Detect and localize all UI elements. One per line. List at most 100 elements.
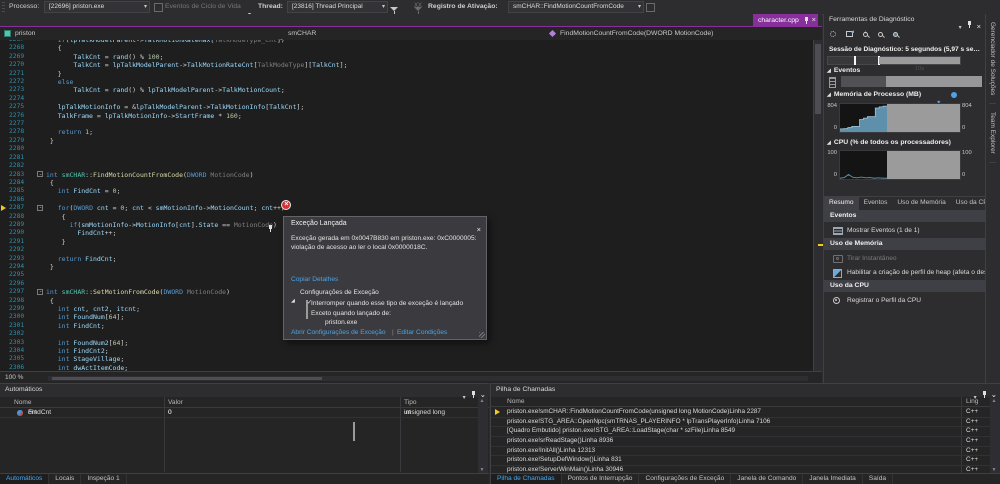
gutter[interactable] bbox=[0, 78, 9, 86]
gutter[interactable] bbox=[0, 154, 9, 162]
code-line[interactable]: 2269 TalkCnt = rand() % 100; bbox=[0, 53, 813, 61]
scroll-up-icon[interactable]: ▲ bbox=[480, 398, 485, 404]
events-section-header[interactable]: Eventos bbox=[827, 67, 860, 74]
timeline-selection[interactable]: 10s bbox=[879, 57, 960, 64]
column-header-name[interactable]: Nome bbox=[507, 398, 525, 405]
gutter[interactable] bbox=[0, 263, 9, 271]
gutter[interactable] bbox=[0, 95, 9, 103]
export-session-icon[interactable] bbox=[846, 31, 853, 37]
gutter[interactable] bbox=[0, 297, 9, 305]
gutter[interactable] bbox=[0, 44, 9, 52]
zoom-in-icon[interactable] bbox=[863, 32, 868, 37]
window-menu-icon[interactable] bbox=[959, 16, 962, 34]
gutter[interactable] bbox=[0, 196, 9, 204]
tab-sa-da[interactable]: Saída bbox=[863, 474, 893, 484]
gutter[interactable] bbox=[0, 145, 9, 153]
code-line[interactable]: 2304 int FindCnt2; bbox=[0, 347, 813, 355]
gutter[interactable] bbox=[0, 53, 9, 61]
gutter[interactable] bbox=[0, 280, 9, 288]
module-checkbox[interactable] bbox=[353, 422, 355, 441]
side-tab-team-explorer[interactable]: Team Explorer bbox=[989, 104, 996, 163]
resize-grip[interactable] bbox=[479, 332, 485, 338]
gutter[interactable] bbox=[0, 229, 9, 237]
zoom-level-dropdown[interactable]: 100 % bbox=[5, 374, 23, 381]
gutter[interactable] bbox=[0, 179, 9, 187]
nav-type-dropdown[interactable]: smCHAR bbox=[273, 27, 545, 40]
thread-dropdown[interactable]: [23816] Thread Principal bbox=[287, 1, 388, 13]
code-line[interactable]: 2279 } bbox=[0, 137, 813, 145]
code-line[interactable]: 2281 bbox=[0, 154, 813, 162]
diag-tab-resumo[interactable]: Resumo bbox=[824, 197, 859, 210]
current-statement-gutter[interactable] bbox=[0, 204, 9, 212]
editor-horizontal-scrollbar[interactable] bbox=[48, 376, 808, 381]
hex-display-button[interactable]: XX bbox=[414, 3, 422, 9]
code-line[interactable]: 2284 { bbox=[0, 179, 813, 187]
code-line[interactable]: 2283int smCHAR::FindMotionCountFromCode(… bbox=[0, 171, 813, 179]
call-stack-scrollbar[interactable]: ▲ ▼ bbox=[990, 397, 1000, 474]
tab-locais[interactable]: Locais bbox=[49, 474, 81, 484]
gutter[interactable] bbox=[0, 128, 9, 136]
exception-settings-header[interactable]: Configurações de Exceção bbox=[300, 289, 379, 296]
diag-tab-eventos[interactable]: Eventos bbox=[859, 197, 893, 210]
code-line[interactable]: 2287 for(DWORD cnt = 0; cnt < smMotionIn… bbox=[0, 204, 813, 212]
gutter[interactable] bbox=[0, 288, 9, 296]
gutter[interactable] bbox=[0, 238, 9, 246]
pin-icon[interactable] bbox=[471, 391, 476, 399]
tab-pilha-de-chamadas[interactable]: Pilha de Chamadas bbox=[491, 474, 562, 484]
process-dropdown[interactable]: [22696] priston.exe bbox=[44, 1, 150, 13]
code-line[interactable]: 2305 int StageVillage; bbox=[0, 355, 813, 363]
diag-tab-uso-de-mem-ria[interactable]: Uso de Memória bbox=[892, 197, 950, 210]
code-line[interactable]: 2275 lpTalkMotionInfo = &lpTalkModelPare… bbox=[0, 103, 813, 111]
code-line[interactable]: 2270 TalkCnt = lpTalkModelParent->TalkMo… bbox=[0, 61, 813, 69]
tab-inspe-o-1[interactable]: Inspeção 1 bbox=[81, 474, 126, 484]
gutter[interactable] bbox=[0, 112, 9, 120]
editor-vertical-scrollbar[interactable] bbox=[813, 40, 822, 371]
gutter[interactable] bbox=[0, 187, 9, 195]
scrollbar-thumb[interactable] bbox=[52, 377, 322, 380]
open-exception-settings-link[interactable]: Abrir Configurações de Exceção bbox=[291, 329, 386, 336]
code-line[interactable]: 2282 bbox=[0, 162, 813, 170]
autos-row[interactable]: cnt0unsigned long bbox=[0, 408, 478, 418]
fold-collapse-icon[interactable] bbox=[37, 205, 43, 211]
code-line[interactable]: 2285 int FindCnt = 0; bbox=[0, 187, 813, 195]
code-line[interactable]: 2276 TalkFrame = lpTalkMotionInfo->Start… bbox=[0, 112, 813, 120]
fold-collapse-icon[interactable] bbox=[37, 171, 43, 177]
tab-configura-es-de-exce-o[interactable]: Configurações de Exceção bbox=[639, 474, 731, 484]
timeline[interactable]: 10s bbox=[827, 56, 961, 65]
code-line[interactable]: 2286 bbox=[0, 196, 813, 204]
tab-janela-de-comando[interactable]: Janela de Comando bbox=[731, 474, 803, 484]
gutter[interactable] bbox=[0, 86, 9, 94]
scrollbar-thumb[interactable] bbox=[815, 44, 821, 114]
gutter[interactable] bbox=[0, 339, 9, 347]
gutter[interactable] bbox=[0, 61, 9, 69]
stack-frame-dropdown[interactable]: smCHAR::FindMotionCountFromCode bbox=[508, 1, 644, 13]
gutter[interactable] bbox=[0, 221, 9, 229]
expander-icon[interactable] bbox=[291, 289, 295, 307]
code-line[interactable]: 2273 TalkCnt = rand() % lpTalkModelParen… bbox=[0, 86, 813, 94]
gutter[interactable] bbox=[0, 103, 9, 111]
code-line[interactable]: 2274 bbox=[0, 95, 813, 103]
memory-section-header[interactable]: Memória de Processo (MB) bbox=[827, 91, 921, 98]
events-track[interactable] bbox=[841, 76, 982, 87]
cpu-chart[interactable] bbox=[839, 150, 961, 180]
fold-collapse-icon[interactable] bbox=[37, 289, 43, 295]
tab-pontos-de-interrup-o[interactable]: Pontos de Interrupção bbox=[562, 474, 640, 484]
gutter[interactable] bbox=[0, 137, 9, 145]
nav-project-dropdown[interactable]: priston bbox=[0, 27, 273, 40]
gutter[interactable] bbox=[0, 246, 9, 254]
lifecycle-events-button[interactable]: Eventos de Ciclo de Vida bbox=[165, 3, 241, 10]
gutter[interactable] bbox=[0, 347, 9, 355]
code-line[interactable]: 2277 bbox=[0, 120, 813, 128]
break-checkbox-label[interactable]: Interromper quando esse tipo de exceção … bbox=[311, 300, 463, 307]
column-header-name[interactable]: Nome bbox=[14, 399, 32, 406]
gutter[interactable] bbox=[0, 322, 9, 330]
gutter[interactable] bbox=[0, 171, 9, 179]
gutter[interactable] bbox=[0, 255, 9, 263]
cpu-section-header[interactable]: CPU (% de todos os processadores) bbox=[827, 139, 951, 146]
gutter[interactable] bbox=[0, 305, 9, 313]
code-line[interactable]: 2272 else bbox=[0, 78, 813, 86]
pin-icon[interactable] bbox=[268, 225, 273, 233]
enable-heap-profiling-link[interactable]: Habilitar a criação de perfil de heap (a… bbox=[824, 266, 986, 279]
toolbar-drag-handle[interactable] bbox=[2, 2, 5, 12]
tab-janela-imediata[interactable]: Janela Imediata bbox=[803, 474, 863, 484]
